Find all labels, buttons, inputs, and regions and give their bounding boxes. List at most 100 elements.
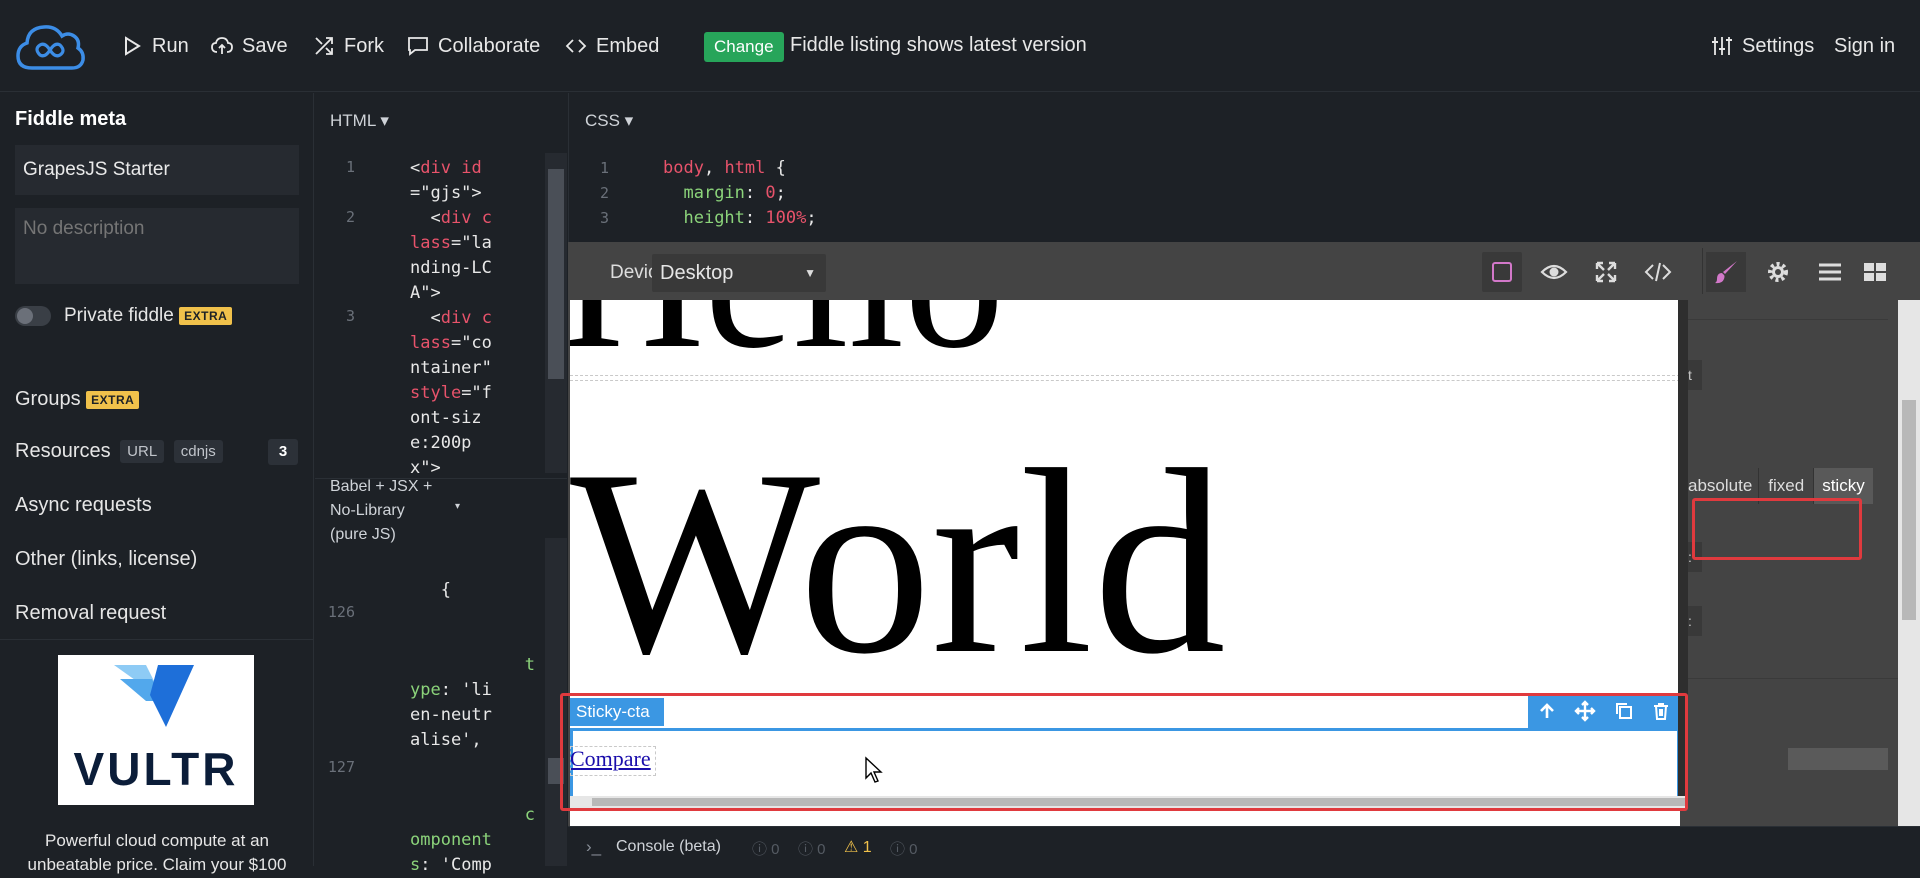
preview-button[interactable] <box>1534 252 1574 292</box>
sign-in-label: Sign in <box>1834 34 1896 57</box>
js-title-line-1: Babel + JSX + <box>330 478 433 495</box>
extra-badge: EXTRA <box>86 390 140 409</box>
scroll-thumb[interactable] <box>1902 400 1916 620</box>
sign-in-link[interactable]: Sign in <box>1834 30 1895 62</box>
fork-icon <box>315 37 333 55</box>
divider <box>1702 248 1703 294</box>
fullscreen-button[interactable] <box>1586 252 1626 292</box>
line-number: 3 <box>599 209 609 227</box>
collaborate-button[interactable]: Collaborate <box>406 30 540 62</box>
resources-cdnjs-pill[interactable]: cdnjs <box>173 440 223 464</box>
panel-sector <box>1688 300 1888 320</box>
style-manager-panel: t absolute fixed sticky : : <box>1688 300 1920 866</box>
resources-url-pill[interactable]: URL <box>120 440 165 464</box>
resources-label: Resources <box>15 440 111 462</box>
panel-property-fragment: t <box>1688 360 1702 390</box>
run-label: Run <box>152 34 189 57</box>
line-number: 127 <box>327 758 355 776</box>
chat-icon <box>408 37 428 56</box>
html-editor-pane: HTML ▾ 1 2 3 <div id ="gjs"> <div c lass… <box>315 93 567 875</box>
private-fiddle-toggle[interactable] <box>15 306 51 326</box>
paint-brush-icon <box>1715 261 1737 284</box>
device-select[interactable]: Desktop ▼ <box>652 254 826 292</box>
fork-button[interactable]: Fork <box>312 30 384 62</box>
embed-button[interactable]: Embed <box>564 30 659 62</box>
change-message: Fiddle listing shows latest version <box>790 34 1087 56</box>
panel-scroll-thumb[interactable] <box>1788 748 1888 770</box>
block-outline <box>570 375 1680 376</box>
line-number: 2 <box>345 208 355 226</box>
save-button[interactable]: Save <box>210 30 288 62</box>
info-count: 0 <box>771 841 780 858</box>
cloud-upload-icon <box>211 37 233 54</box>
jsfiddle-logo[interactable] <box>14 22 86 72</box>
html-code[interactable]: <div id ="gjs"> <div c lass="la nding-LC… <box>410 156 545 481</box>
hello-text-fragment: Hello <box>570 300 1004 380</box>
change-badge[interactable]: Change <box>704 32 784 62</box>
sidebar-item-other[interactable]: Other (links, license) <box>15 548 197 571</box>
grid-icon <box>1864 263 1886 281</box>
square-outline-icon <box>1492 262 1512 282</box>
ad-text-line-1: Powerful cloud compute at an <box>45 831 269 850</box>
block-manager-button[interactable] <box>1862 252 1892 292</box>
line-number: 1 <box>599 159 609 177</box>
sw-visibility-button[interactable] <box>1482 252 1522 292</box>
trait-manager-button[interactable] <box>1758 252 1798 292</box>
css-pane-title[interactable]: CSS ▾ <box>585 111 633 131</box>
html-scrollbar[interactable] <box>545 153 567 473</box>
fullscreen-icon <box>1595 261 1617 283</box>
top-bar: Run Save Fork Collaborate Embed Change F… <box>0 0 1920 92</box>
chevron-down-icon: ▼ <box>804 266 816 280</box>
line-number: 2 <box>599 184 609 202</box>
canvas-world-text[interactable]: World <box>570 430 1226 695</box>
line-number: 3 <box>345 307 355 325</box>
terminal-icon: ›_ <box>586 837 602 856</box>
vultr-logo: VULTR <box>74 665 235 795</box>
page-vertical-scrollbar[interactable] <box>1898 300 1920 866</box>
collaborate-label: Collaborate <box>438 34 541 57</box>
code-icon <box>565 39 587 53</box>
fiddle-meta-sidebar: Fiddle meta Private fiddle EXTRA Groups … <box>0 93 314 874</box>
scroll-thumb[interactable] <box>548 169 564 379</box>
console-info-count: ⓘ 0 <box>752 841 780 858</box>
divider <box>1688 678 1920 679</box>
sidebar-item-removal[interactable]: Removal request <box>15 602 166 625</box>
highlight-box-component <box>560 693 1688 811</box>
highlight-box-position <box>1692 498 1862 560</box>
console-log-count: ⓘ 0 <box>798 841 826 858</box>
line-number: 126 <box>327 603 355 621</box>
js-title-line-2: No-Library <box>330 502 405 519</box>
device-value: Desktop <box>660 262 734 284</box>
gear-icon <box>1768 262 1788 282</box>
js-pane-title[interactable]: Babel + JSX + No-Library (pure JS) <box>330 475 432 547</box>
fiddle-title-input[interactable] <box>15 145 299 195</box>
divider <box>0 639 314 640</box>
chevron-down-icon[interactable]: ▾ <box>455 501 460 512</box>
js-code[interactable]: { t ype: 'li en-neutr alise', c omponent… <box>410 578 545 878</box>
settings-button[interactable]: Settings <box>1710 30 1814 62</box>
export-code-button[interactable] <box>1638 252 1678 292</box>
console-label: Console (beta) <box>616 838 721 855</box>
embed-label: Embed <box>596 34 660 57</box>
sidebar-item-resources[interactable]: Resources URL cdnjs <box>15 440 223 464</box>
run-button[interactable]: Run <box>120 30 189 62</box>
private-fiddle-label: Private fiddle EXTRA <box>64 305 233 327</box>
vultr-ad-image[interactable]: VULTR <box>58 655 254 805</box>
css-code[interactable]: body, html { margin: 0; height: 100%; <box>663 156 817 231</box>
fiddle-meta-heading: Fiddle meta <box>15 108 127 130</box>
html-pane-title[interactable]: HTML ▾ <box>330 111 389 131</box>
menu-icon <box>1819 263 1841 281</box>
fork-label: Fork <box>344 34 384 57</box>
groups-label: Groups <box>15 388 81 410</box>
layer-manager-button[interactable] <box>1810 252 1850 292</box>
console-bar[interactable]: ›_ Console (beta) ⓘ 0 ⓘ 0 ⚠ 1 ⓘ 0 <box>568 826 1920 866</box>
fiddle-description-input[interactable] <box>15 208 299 284</box>
sidebar-item-groups[interactable]: Groups EXTRA <box>15 388 140 411</box>
sidebar-item-async[interactable]: Async requests <box>15 494 152 517</box>
grapesjs-editor: Device Desktop ▼ Hello <box>560 242 1920 866</box>
eye-icon <box>1540 264 1568 280</box>
line-number: 1 <box>345 158 355 176</box>
save-label: Save <box>242 34 288 57</box>
style-manager-button[interactable] <box>1706 252 1746 292</box>
extra-badge: EXTRA <box>179 306 233 325</box>
